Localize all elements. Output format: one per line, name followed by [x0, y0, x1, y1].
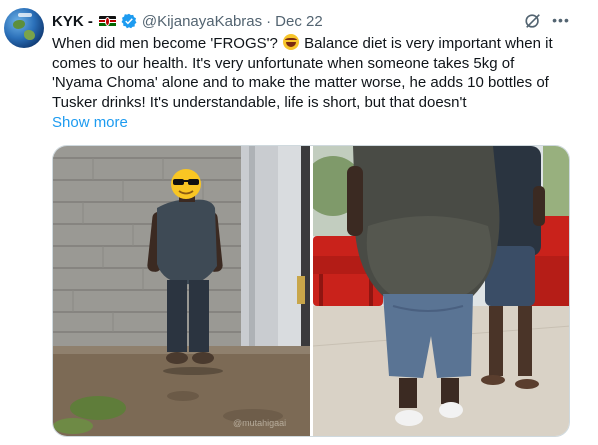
tweet-text: When did men become 'FROGS'? Balance die…	[52, 34, 582, 112]
author-name[interactable]: KYK -	[52, 13, 93, 30]
tweet-date[interactable]: Dec 22	[275, 13, 323, 30]
photo-right-image	[313, 146, 569, 436]
tweet-line: 'Nyama Choma' alone and to make the matt…	[52, 74, 549, 92]
tweet-line: comes to our health. It's very unfortuna…	[52, 54, 515, 72]
photo-left-image: @mutahigaai	[53, 146, 310, 436]
tweet-media[interactable]: @mutahigaai	[52, 145, 570, 437]
avatar-land	[13, 20, 25, 29]
avatar-land	[24, 30, 35, 40]
avatar-cloud	[18, 13, 32, 17]
grok-icon[interactable]	[524, 12, 542, 30]
tweet-line: When did men become 'FROGS'? Balance die…	[52, 34, 553, 52]
laughing-face-emoji	[283, 34, 299, 50]
separator-dot: ·	[266, 12, 272, 30]
tweet-line: Tusker drinks! It's understandable, life…	[52, 93, 467, 111]
author-handle[interactable]: @KijanayaKabras	[142, 13, 262, 30]
more-options-icon[interactable]: •••	[552, 12, 570, 30]
watermark-text: @mutahigaai	[233, 418, 286, 428]
author-avatar[interactable]	[4, 8, 44, 48]
photo-man-rear-view[interactable]	[313, 146, 569, 436]
verified-badge-icon[interactable]	[121, 13, 137, 29]
show-more-link[interactable]: Show more	[52, 114, 128, 131]
photo-man-standing-by-wall[interactable]: @mutahigaai	[53, 146, 310, 436]
tweet-header: KYK - @KijanayaKabras · Dec 22	[52, 11, 323, 31]
kenya-flag-icon	[98, 15, 116, 27]
